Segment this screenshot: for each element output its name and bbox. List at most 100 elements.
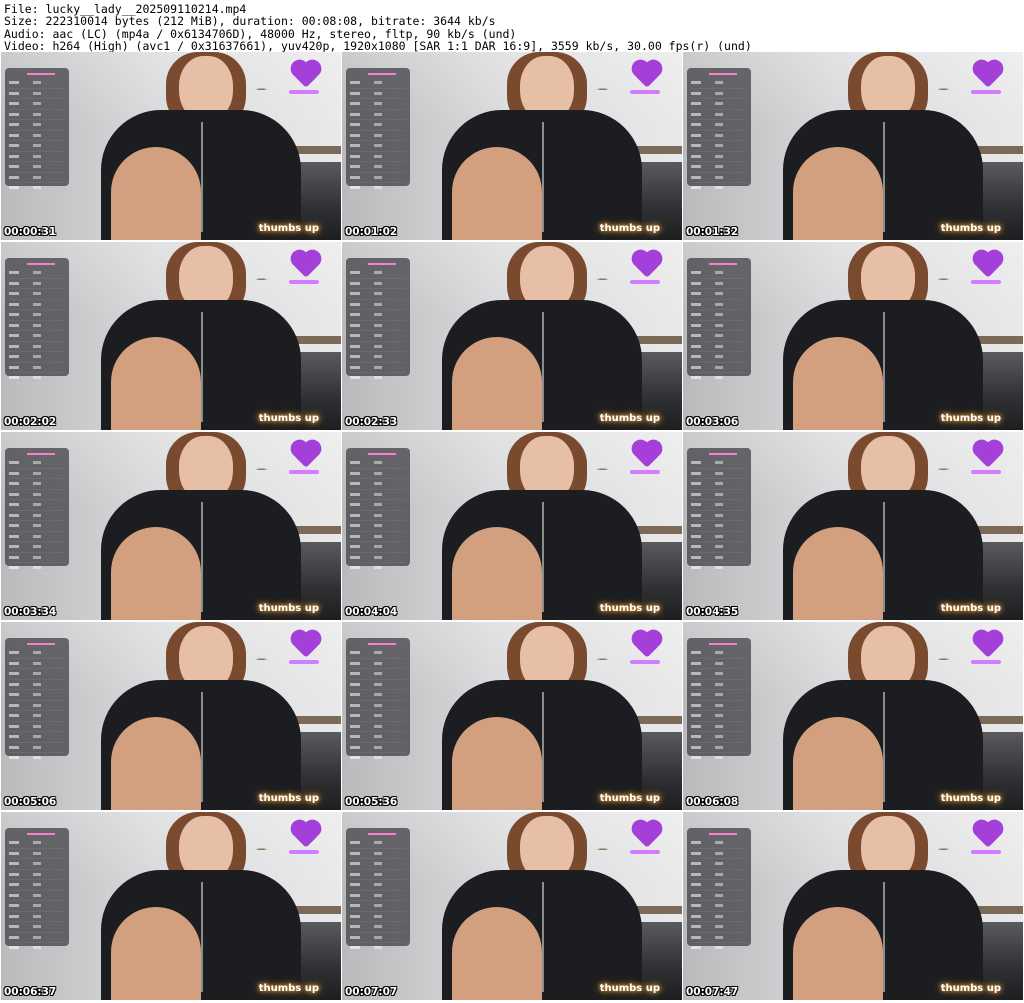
- tip-menu-row: [691, 183, 747, 194]
- tip-menu-row: [9, 848, 65, 859]
- tip-menu-row: [350, 679, 406, 690]
- thumbnail-timestamp: 00:02:33: [345, 416, 398, 428]
- tip-menu-row: [9, 489, 65, 500]
- tip-menu-row: [691, 880, 747, 891]
- tip-menu-row: [9, 500, 65, 511]
- tip-menu-row: [350, 489, 406, 500]
- thumbnail-timestamp: 00:01:02: [345, 226, 398, 238]
- hoodie-zipper: [542, 692, 544, 802]
- tip-menu-row: [9, 183, 65, 194]
- tip-menu-row: [350, 690, 406, 701]
- thumbnail-timestamp: 00:02:02: [4, 416, 57, 428]
- tip-menu-row: [350, 141, 406, 152]
- thumbs-up-caption: thumbs up: [258, 983, 319, 994]
- hoodie-zipper: [201, 122, 203, 232]
- thumbnail-timestamp: 00:01:32: [686, 226, 739, 238]
- tip-menu-overlay: [687, 828, 751, 954]
- heart-label-bar: [289, 90, 319, 94]
- tip-menu-row: [9, 838, 65, 849]
- tip-menu-row: [9, 753, 65, 764]
- tip-menu-row: [691, 901, 747, 912]
- tip-menu-row: [9, 943, 65, 954]
- tip-menu-row: [9, 563, 65, 574]
- hoodie-zipper: [883, 122, 885, 232]
- hoodie-zipper: [883, 692, 885, 802]
- video-thumbnail: thumbs up 00:07:07: [342, 812, 682, 1000]
- tip-menu-row: [691, 299, 747, 310]
- tip-menu-row: [691, 732, 747, 743]
- tip-menu-overlay: [5, 448, 69, 574]
- tip-menu-row: [9, 320, 65, 331]
- heart-label-bar: [630, 470, 660, 474]
- thumbnail-timestamp: 00:06:37: [4, 986, 57, 998]
- tip-menu-row: [691, 521, 747, 532]
- video-info-line: Video: h264 (High) (avc1 / 0x31637661), …: [4, 38, 752, 53]
- person-knee: [111, 337, 201, 430]
- heart-label-bar: [971, 850, 1001, 854]
- tip-menu-row: [350, 563, 406, 574]
- tip-menu-row: [691, 932, 747, 943]
- tip-menu-row: [9, 362, 65, 373]
- tip-menu-row: [9, 721, 65, 732]
- tip-menu-row: [691, 489, 747, 500]
- tip-menu-row: [9, 458, 65, 469]
- video-thumbnail: thumbs up 00:05:36: [342, 622, 682, 810]
- tip-menu-row: [691, 869, 747, 880]
- thumbnail-timestamp: 00:04:35: [686, 606, 739, 618]
- tip-menu-row: [9, 151, 65, 162]
- tip-menu-row: [691, 890, 747, 901]
- person-knee: [793, 147, 883, 240]
- tip-menu-row: [350, 932, 406, 943]
- tip-menu-title: [691, 68, 747, 78]
- person-knee: [452, 527, 542, 620]
- file-size-line: Size: 222310014 bytes (212 MiB), duratio…: [4, 14, 496, 29]
- tip-menu-row: [350, 268, 406, 279]
- tip-menu-row: [9, 679, 65, 690]
- tip-menu-row: [350, 542, 406, 553]
- tip-menu-row: [691, 479, 747, 490]
- person-knee: [452, 717, 542, 810]
- heart-label-bar: [289, 470, 319, 474]
- tip-menu-row: [350, 669, 406, 680]
- tip-menu-row: [691, 542, 747, 553]
- tip-menu-row: [350, 742, 406, 753]
- tip-menu-row: [9, 88, 65, 99]
- thumbs-up-caption: thumbs up: [599, 793, 660, 804]
- tip-menu-row: [350, 911, 406, 922]
- tip-menu-row: [9, 479, 65, 490]
- tip-menu-row: [9, 109, 65, 120]
- tip-menu-row: [691, 458, 747, 469]
- video-thumbnail: thumbs up 00:07:47: [683, 812, 1023, 1000]
- hoodie-zipper: [542, 502, 544, 612]
- tip-menu-row: [691, 510, 747, 521]
- heart-label-bar: [289, 660, 319, 664]
- tip-menu-row: [691, 172, 747, 183]
- tip-menu-row: [9, 669, 65, 680]
- person-knee: [452, 907, 542, 1000]
- person-knee: [452, 337, 542, 430]
- tip-menu-row: [350, 310, 406, 321]
- person-knee: [793, 527, 883, 620]
- tip-menu-row: [691, 838, 747, 849]
- hoodie-zipper: [201, 692, 203, 802]
- video-thumbnail: thumbs up 00:01:02: [342, 52, 682, 240]
- tip-menu-row: [691, 679, 747, 690]
- tip-menu-row: [691, 362, 747, 373]
- tip-menu-row: [691, 373, 747, 384]
- video-thumbnail: thumbs up 00:05:06: [1, 622, 341, 810]
- tip-menu-row: [350, 922, 406, 933]
- tip-menu-row: [9, 901, 65, 912]
- tip-menu-row: [691, 130, 747, 141]
- thumbs-up-caption: thumbs up: [599, 223, 660, 234]
- thumbnail-timestamp: 00:07:07: [345, 986, 398, 998]
- hoodie-zipper: [542, 882, 544, 992]
- tip-menu-title: [350, 68, 406, 78]
- tip-menu-row: [350, 299, 406, 310]
- tip-menu-title: [350, 258, 406, 268]
- tip-menu-row: [9, 130, 65, 141]
- tip-menu-row: [9, 373, 65, 384]
- hoodie-zipper: [201, 312, 203, 422]
- hoodie-zipper: [883, 312, 885, 422]
- tip-menu-row: [350, 352, 406, 363]
- thumbs-up-caption: thumbs up: [940, 603, 1001, 614]
